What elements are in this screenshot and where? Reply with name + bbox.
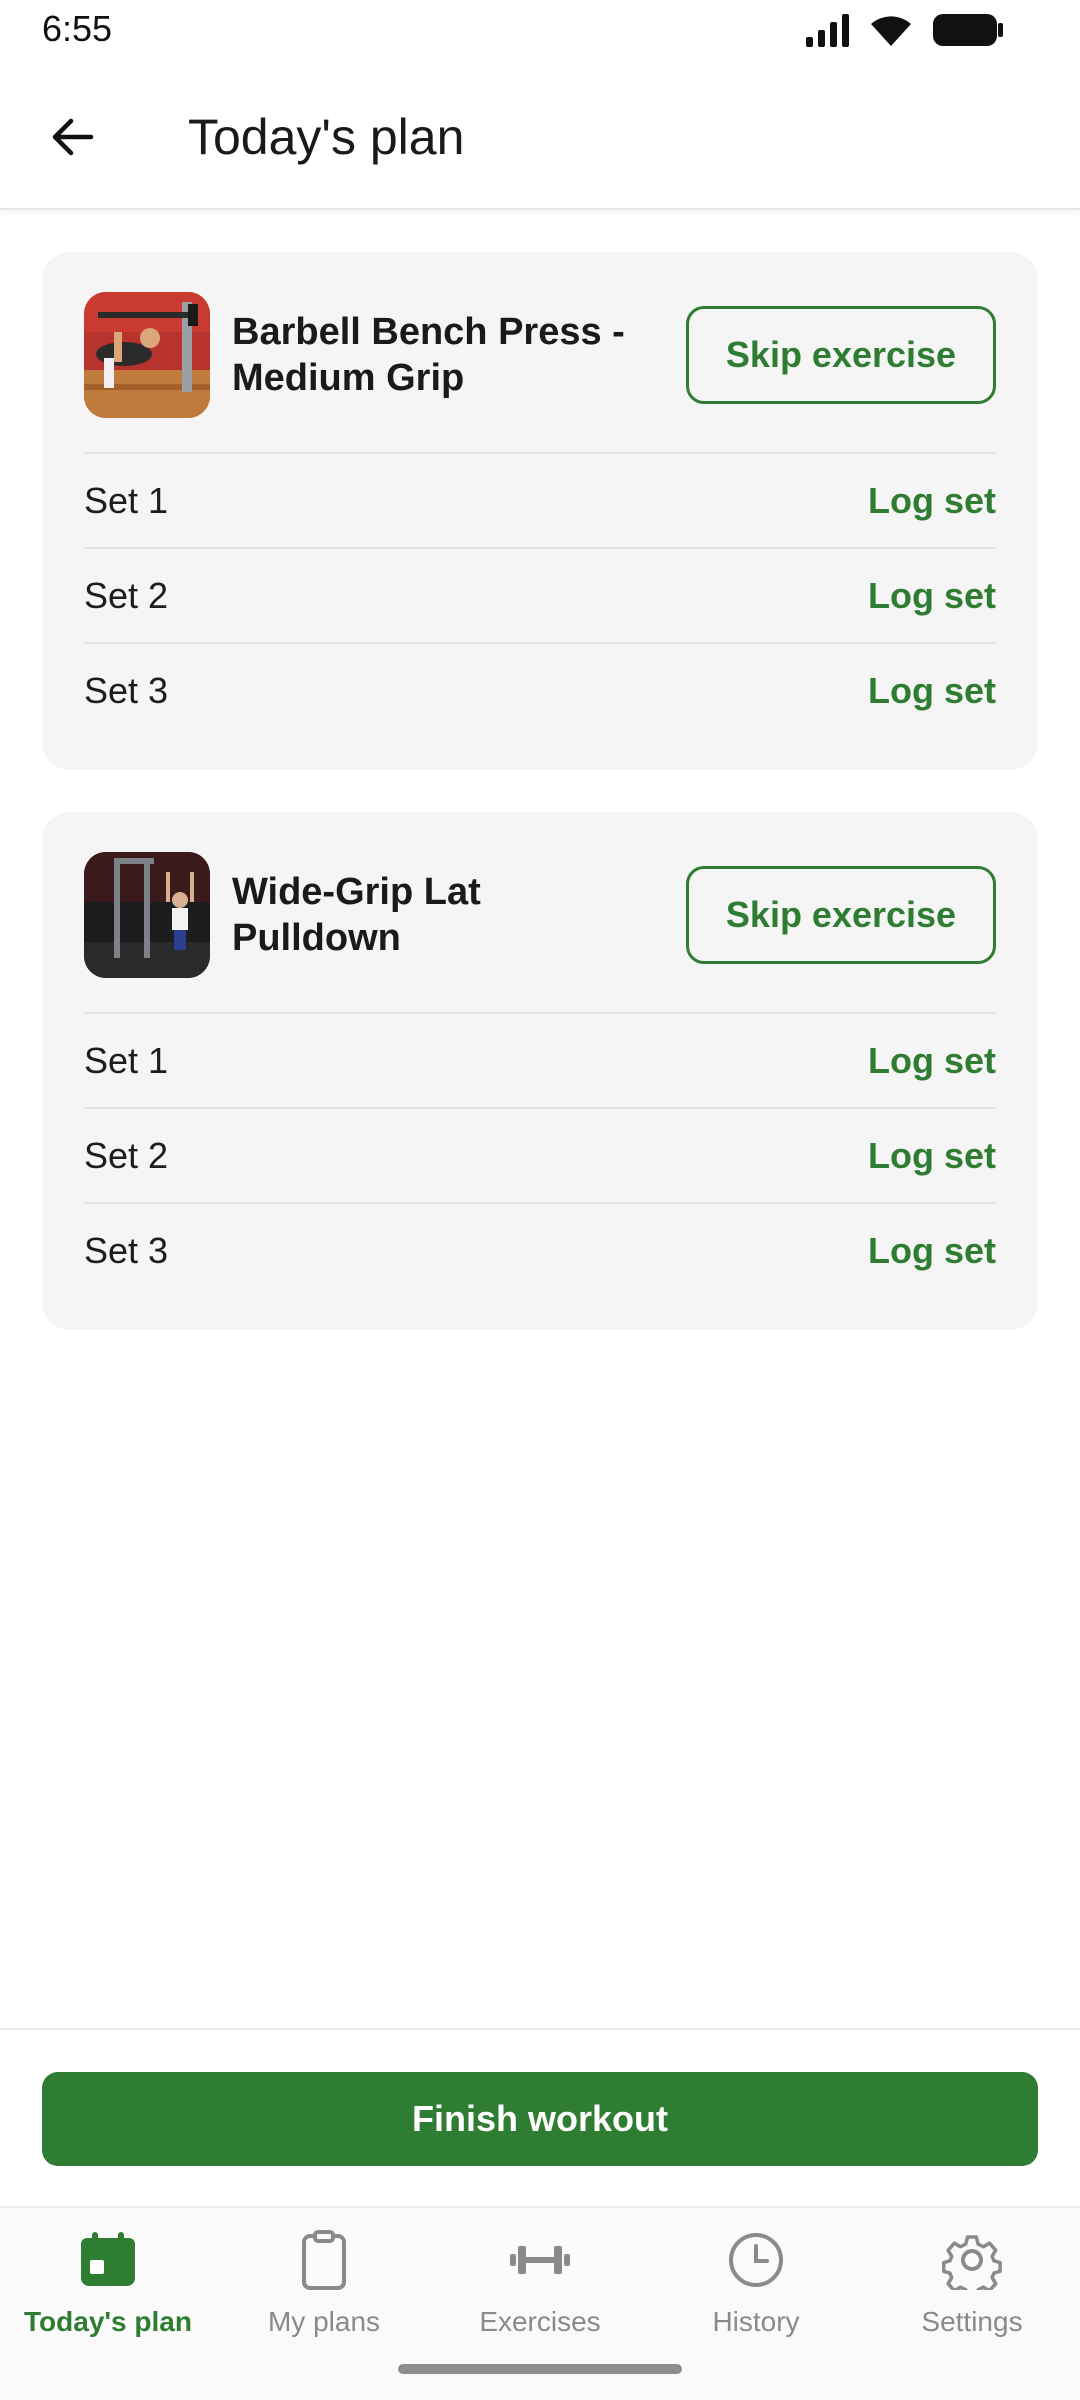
nav-label: History: [712, 2306, 800, 2337]
set-label: Set 2: [84, 574, 169, 616]
exercise-header: Wide-Grip Lat Pulldown Skip exercise: [84, 852, 996, 978]
nav-label: Exercises: [479, 2306, 601, 2337]
nav-item-history[interactable]: History: [648, 2228, 864, 2358]
app-bar: Today's plan: [0, 64, 1080, 210]
wifi-icon: [871, 16, 911, 46]
battery-icon: [933, 14, 1003, 46]
nav-item-my-plans[interactable]: My plans: [216, 2228, 432, 2358]
status-time: 6:55: [42, 8, 113, 49]
status-icons: [804, 12, 1004, 48]
set-row: Set 3 Log set: [84, 642, 996, 737]
nav-label: Today's plan: [24, 2306, 192, 2337]
set-list: Set 1 Log set Set 2 Log set Set 3 Log se…: [84, 452, 996, 737]
nav-item-todays-plan[interactable]: Today's plan: [0, 2228, 216, 2358]
back-button[interactable]: [36, 100, 110, 174]
log-set-button[interactable]: Log set: [868, 670, 996, 712]
log-set-button[interactable]: Log set: [868, 1135, 996, 1177]
finish-workout-button[interactable]: Finish workout: [42, 2072, 1038, 2166]
set-row: Set 2 Log set: [84, 547, 996, 642]
log-set-button[interactable]: Log set: [868, 480, 996, 522]
page-title: Today's plan: [188, 109, 465, 165]
calendar-icon: [76, 2228, 140, 2292]
gear-icon: [940, 2228, 1004, 2292]
signal-icon: [806, 14, 849, 47]
set-row: Set 1 Log set: [84, 1012, 996, 1107]
set-label: Set 1: [84, 479, 169, 521]
log-set-button[interactable]: Log set: [868, 1040, 996, 1082]
dumbbell-icon: [508, 2228, 572, 2292]
set-row: Set 3 Log set: [84, 1202, 996, 1297]
set-label: Set 1: [84, 1039, 169, 1081]
nav-label: My plans: [267, 2306, 381, 2337]
exercise-header: Barbell Bench Press - Medium Grip Skip e…: [84, 292, 996, 418]
finish-bar: Finish workout: [0, 2028, 1080, 2206]
log-set-button[interactable]: Log set: [868, 575, 996, 617]
exercise-title: Wide-Grip Lat Pulldown: [232, 871, 481, 959]
set-row: Set 1 Log set: [84, 452, 996, 547]
exercise-card: Barbell Bench Press - Medium Grip Skip e…: [42, 252, 1038, 770]
exercise-thumbnail: [84, 852, 210, 978]
nav-label: Settings: [921, 2306, 1023, 2337]
status-bar: 6:55: [0, 0, 1080, 64]
clock-icon: [724, 2228, 788, 2292]
arrow-back-icon: [52, 118, 94, 156]
set-list: Set 1 Log set Set 2 Log set Set 3 Log se…: [84, 1012, 996, 1297]
exercise-card: Wide-Grip Lat Pulldown Skip exercise Set…: [42, 812, 1038, 1330]
home-indicator[interactable]: [398, 2364, 682, 2374]
log-set-button[interactable]: Log set: [868, 1230, 996, 1272]
exercise-title: Barbell Bench Press - Medium Grip: [232, 311, 625, 399]
clipboard-icon: [292, 2228, 356, 2292]
exercise-thumbnail: [84, 292, 210, 418]
set-label: Set 3: [84, 1229, 169, 1271]
set-label: Set 2: [84, 1134, 169, 1176]
nav-item-settings[interactable]: Settings: [864, 2228, 1080, 2358]
skip-exercise-button[interactable]: Skip exercise: [686, 866, 996, 964]
skip-exercise-button[interactable]: Skip exercise: [686, 306, 996, 404]
set-label: Set 3: [84, 669, 169, 711]
set-row: Set 2 Log set: [84, 1107, 996, 1202]
nav-item-exercises[interactable]: Exercises: [432, 2228, 648, 2358]
